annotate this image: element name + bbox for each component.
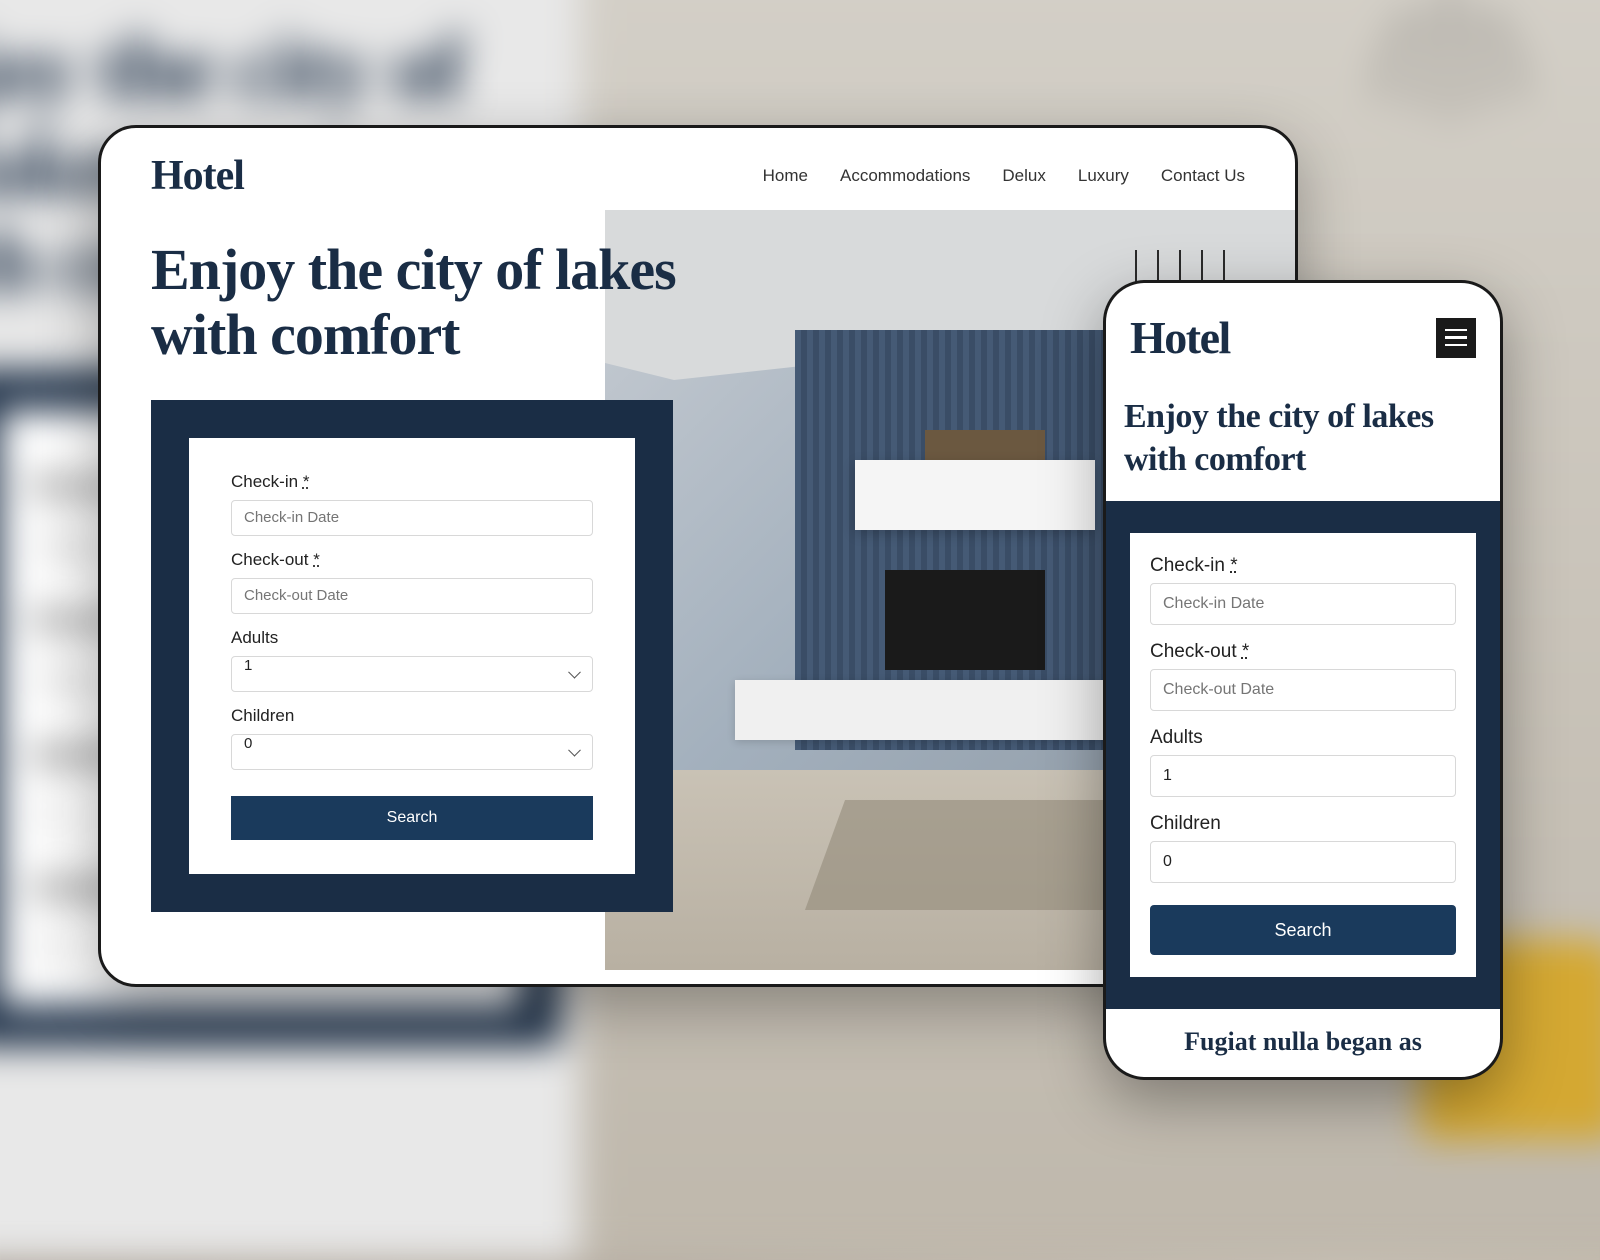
header: Hotel Home Accommodations Delux Luxury C… — [101, 128, 1295, 210]
adults-select[interactable]: 1 — [231, 656, 593, 692]
nav-luxury[interactable]: Luxury — [1078, 166, 1129, 186]
mobile-checkout-label: Check-out * — [1150, 641, 1456, 663]
mobile-hero-title: Enjoy the city of lakes with comfort — [1106, 372, 1500, 501]
checkout-label: Check-out * — [231, 550, 593, 570]
mobile-header: Hotel — [1106, 283, 1500, 372]
mobile-logo[interactable]: Hotel — [1130, 311, 1230, 364]
hamburger-icon[interactable] — [1436, 318, 1476, 358]
nav-contact[interactable]: Contact Us — [1161, 166, 1245, 186]
mobile-checkin-label: Check-in * — [1150, 555, 1456, 577]
mobile-search-button[interactable]: Search — [1150, 905, 1456, 955]
logo[interactable]: Hotel — [151, 152, 244, 200]
adults-label: Adults — [231, 628, 593, 648]
checkin-input[interactable] — [231, 500, 593, 536]
mobile-checkout-input[interactable] — [1150, 669, 1456, 711]
mobile-checkin-input[interactable] — [1150, 583, 1456, 625]
nav-delux[interactable]: Delux — [1002, 166, 1045, 186]
nav-home[interactable]: Home — [763, 166, 808, 186]
nav-accommodations[interactable]: Accommodations — [840, 166, 970, 186]
children-label: Children — [231, 706, 593, 726]
mobile-search-box: Check-in * Check-out * Adults Children S… — [1106, 501, 1500, 1009]
checkin-label: Check-in * — [231, 472, 593, 492]
hero-title: Enjoy the city of lakes with comfort — [151, 238, 1245, 368]
main-nav: Home Accommodations Delux Luxury Contact… — [763, 166, 1245, 186]
mobile-footer-text: Fugiat nulla began as — [1106, 1009, 1500, 1057]
mobile-mockup: Hotel Enjoy the city of lakes with comfo… — [1103, 280, 1503, 1080]
children-select[interactable]: 0 — [231, 734, 593, 770]
mobile-children-label: Children — [1150, 813, 1456, 835]
search-box: Check-in * Check-out * Adults 1 Children — [151, 400, 673, 912]
checkout-input[interactable] — [231, 578, 593, 614]
mobile-adults-input[interactable] — [1150, 755, 1456, 797]
mobile-adults-label: Adults — [1150, 727, 1456, 749]
search-button[interactable]: Search — [231, 796, 593, 840]
mobile-children-input[interactable] — [1150, 841, 1456, 883]
